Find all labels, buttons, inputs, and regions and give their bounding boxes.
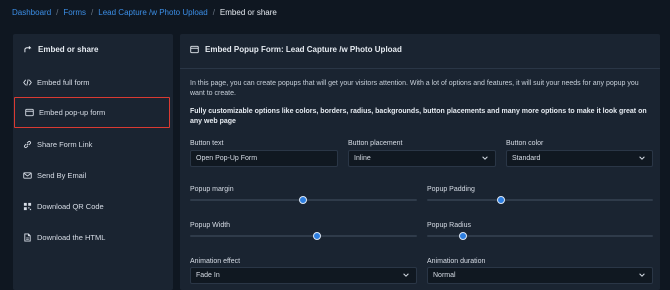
button-color-select[interactable]: Standard (506, 150, 653, 167)
chevron-down-icon (638, 154, 646, 164)
animation-duration-value: Normal (433, 272, 456, 279)
popup-width-label: Popup Width (190, 222, 231, 229)
code-icon (23, 78, 32, 87)
page-title: Embed Popup Form: Lead Capture /w Photo … (190, 45, 402, 54)
sidebar: Embed or share Embed full form Embed pop… (13, 34, 173, 290)
divider (180, 68, 660, 69)
popup-padding-slider[interactable] (427, 195, 653, 204)
slider-handle[interactable] (497, 195, 506, 204)
sidebar-item-label: Share Form Link (37, 140, 93, 149)
sidebar-item-label: Download QR Code (37, 202, 104, 211)
link-icon (23, 140, 32, 149)
sidebar-title: Embed or share (24, 45, 98, 54)
sidebar-item-embed-popup-form[interactable]: Embed pop-up form (14, 97, 170, 128)
button-text-label: Button text (190, 140, 224, 147)
animation-duration-select[interactable]: Normal (427, 267, 653, 284)
sidebar-item-label: Download the HTML (37, 233, 106, 242)
sidebar-item-label: Embed pop-up form (39, 108, 106, 117)
breadcrumb-link-forms[interactable]: Forms (63, 8, 86, 17)
sidebar-item-download-html[interactable]: Download the HTML (13, 222, 169, 253)
intro-bold-text: Fully customizable options like colors, … (190, 108, 647, 125)
button-placement-label: Button placement (348, 140, 403, 147)
popup-margin-slider[interactable] (190, 195, 417, 204)
button-placement-value: Inline (354, 155, 371, 162)
breadcrumb-link-dashboard[interactable]: Dashboard (12, 8, 51, 17)
breadcrumb-separator: / (212, 8, 215, 17)
breadcrumb-link-form[interactable]: Lead Capture /w Photo Upload (98, 8, 207, 17)
sidebar-item-label: Send By Email (37, 171, 87, 180)
breadcrumb-separator: / (56, 8, 59, 17)
animation-duration-label: Animation duration (427, 258, 486, 265)
sidebar-item-send-by-email[interactable]: Send By Email (13, 160, 169, 191)
sidebar-item-embed-full-form[interactable]: Embed full form (13, 67, 169, 98)
chevron-down-icon (638, 271, 646, 281)
slider-handle[interactable] (458, 231, 467, 240)
button-text-value: Open Pop-Up Form (196, 155, 258, 162)
sidebar-item-download-qr-code[interactable]: Download QR Code (13, 191, 169, 222)
breadcrumb: Dashboard / Forms / Lead Capture /w Photo Up… (12, 8, 277, 17)
envelope-icon (23, 171, 32, 180)
popup-width-slider[interactable] (190, 231, 417, 240)
chevron-down-icon (481, 154, 489, 164)
qr-code-icon (23, 202, 32, 211)
slider-handle[interactable] (312, 231, 321, 240)
sidebar-item-share-form-link[interactable]: Share Form Link (13, 129, 169, 160)
button-color-label: Button color (506, 140, 544, 147)
file-icon (23, 233, 32, 242)
share-icon (24, 45, 33, 54)
main-panel: Embed Popup Form: Lead Capture /w Photo … (180, 34, 660, 290)
animation-effect-value: Fade In (196, 272, 220, 279)
sidebar-title-label: Embed or share (38, 45, 99, 54)
window-icon (25, 108, 34, 117)
breadcrumb-current: Embed or share (219, 8, 277, 17)
chevron-down-icon (402, 271, 410, 281)
popup-margin-label: Popup margin (190, 186, 234, 193)
popup-radius-label: Popup Radius (427, 222, 471, 229)
button-placement-select[interactable]: Inline (348, 150, 496, 167)
button-color-value: Standard (512, 155, 541, 162)
breadcrumb-separator: / (91, 8, 94, 17)
popup-padding-label: Popup Padding (427, 186, 475, 193)
slider-handle[interactable] (299, 195, 307, 204)
intro-text: In this page, you can create popups that… (190, 80, 639, 97)
animation-effect-select[interactable]: Fade In (190, 267, 417, 284)
sidebar-item-label: Embed full form (37, 78, 90, 87)
animation-effect-label: Animation effect (190, 258, 241, 265)
button-text-input[interactable]: Open Pop-Up Form (190, 150, 338, 167)
page-title-label: Embed Popup Form: Lead Capture /w Photo … (205, 45, 402, 54)
window-icon (190, 45, 199, 54)
popup-radius-slider[interactable] (427, 231, 653, 240)
